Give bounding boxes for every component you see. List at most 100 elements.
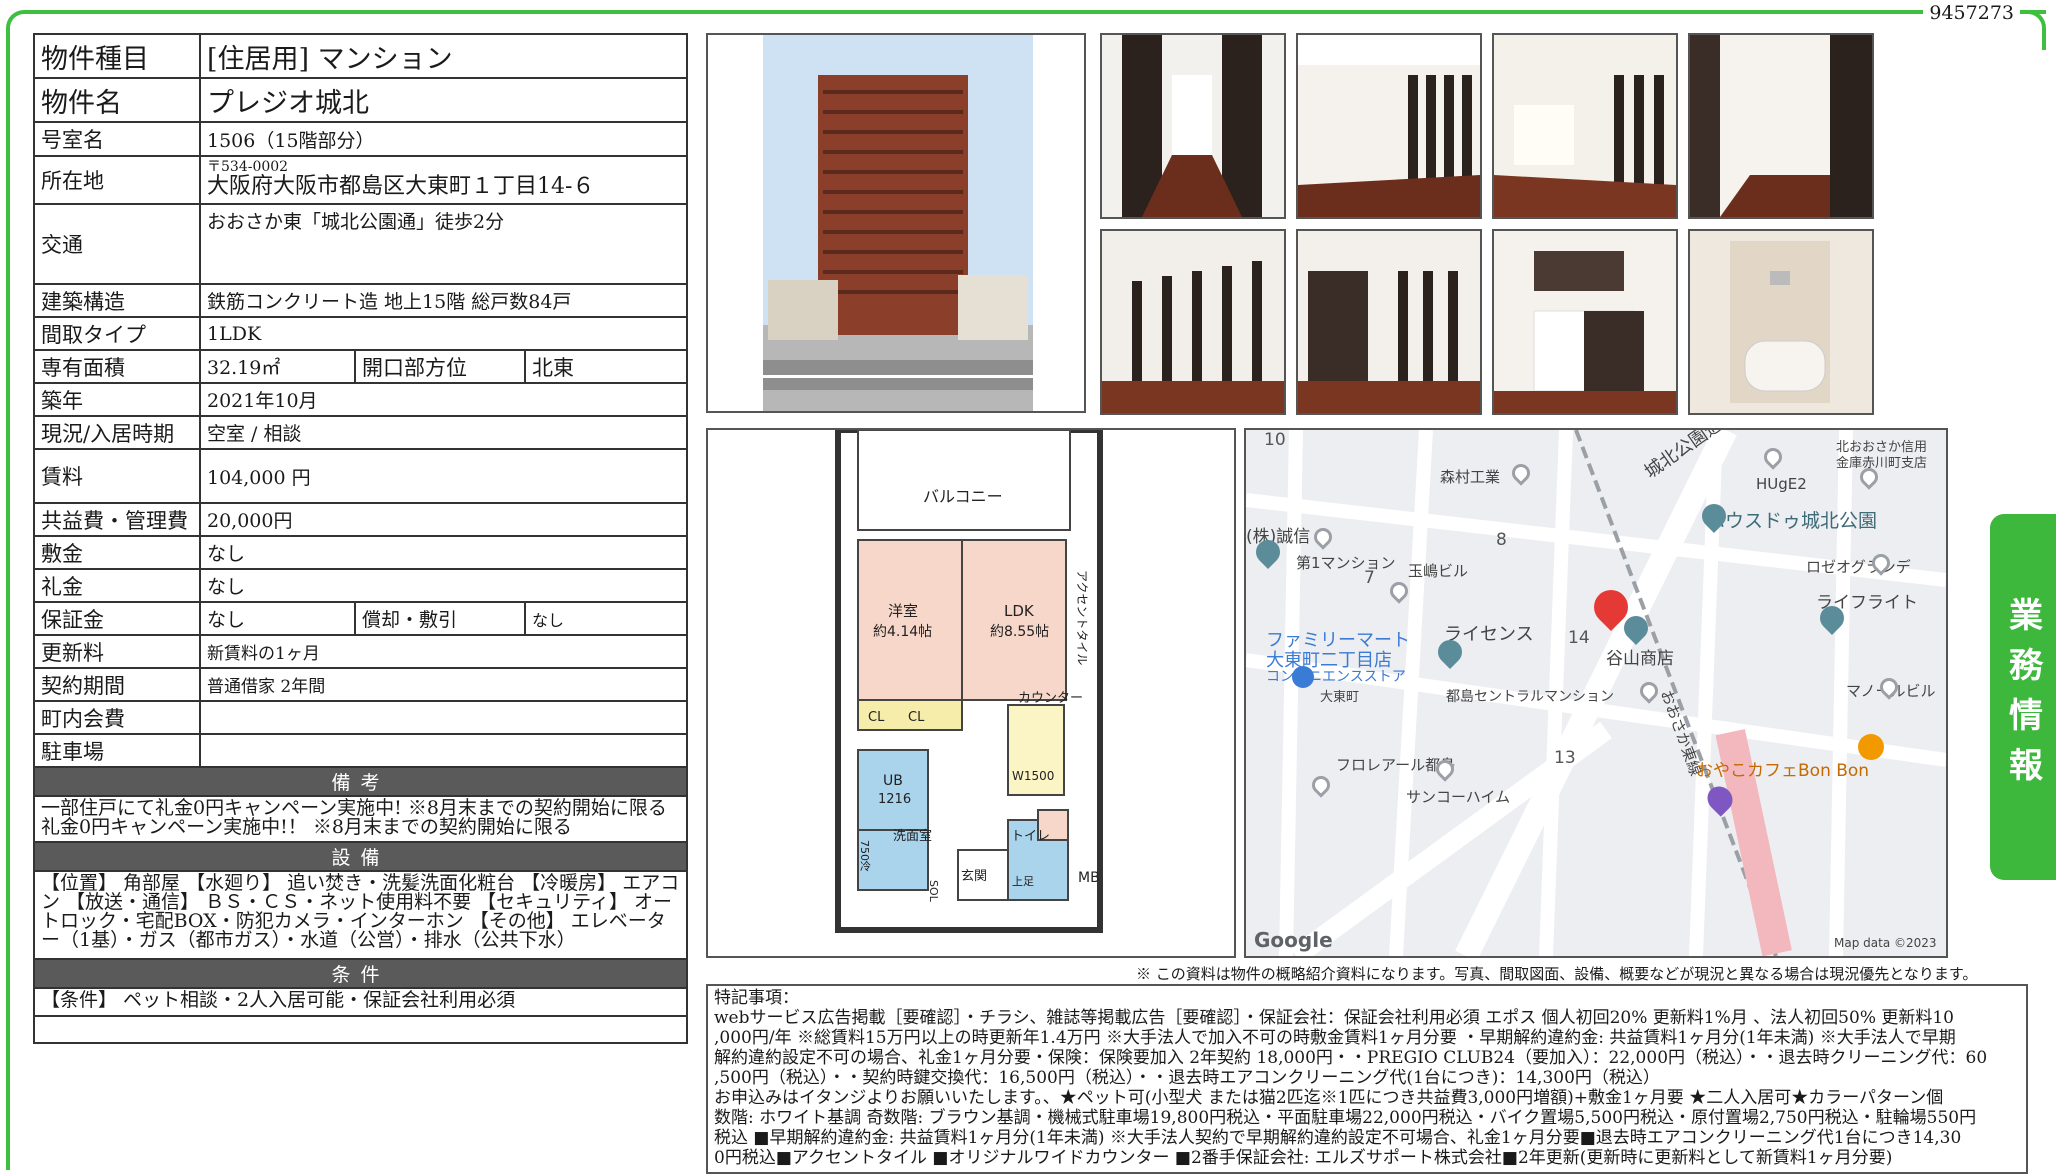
value-property-type: [住居用] マンション [198, 33, 689, 79]
row-conditions: 【条件】 ペット相談・2人入居可能・保証会社利用必須 [32, 987, 689, 1017]
shoe-label: 上足 [1012, 875, 1034, 888]
cafe-icon[interactable] [1858, 734, 1884, 760]
row-town-fee: 町内会費 [33, 700, 689, 735]
remarks-line-3: 解約違約設定不可の場合、礼金1ヶ月分要・保険：保険要加入 2年契約 18,000… [714, 1048, 1988, 1068]
row-facilities-head: 設備 [32, 841, 689, 872]
block-number-8: 8 [1496, 530, 1507, 550]
remarks-line-8: 0円税込■アクセントタイル ■オリジナルワイドカウンター ■2番手保証会社: エ… [714, 1148, 1893, 1168]
map-label-miyakojima: 都島セントラルマンション [1446, 689, 1614, 705]
value-area: 32.19㎡ [199, 349, 356, 384]
interior-photo-7 [1492, 229, 1678, 415]
interior-photo-6 [1296, 229, 1482, 415]
row-property-type: 物件種目 [住居用] マンション [33, 33, 689, 79]
value-property-name: プレジオ城北 [198, 77, 689, 123]
ldk-label: LDK [1004, 602, 1035, 620]
block-number-14: 14 [1568, 628, 1590, 648]
location-map[interactable]: 10 8 7 14 13 森村工業 城北公園通 北おおさか信用 金庫赤川町支店 … [1244, 428, 1948, 958]
counter-label: カウンター [1018, 691, 1083, 706]
block-number-13: 13 [1554, 748, 1576, 768]
unit-bath-size: 1216 [878, 792, 911, 807]
row-notes-head: 備考 [32, 766, 689, 797]
interior-photo-1 [1100, 33, 1286, 219]
row-notes: 一部住戸にて礼金0円キャンペーン実施中! ※8月末までの契約開始に限る 礼金0円… [32, 795, 689, 843]
label-town-fee: 町内会費 [33, 700, 201, 735]
map-label-dai1: 第1マンション [1296, 554, 1396, 572]
row-guarantee: 保証金 なし 償却・敷引 なし [33, 601, 689, 636]
western-room-size: 約4.14帖 [873, 624, 932, 640]
value-status: 空室 / 相談 [198, 415, 689, 450]
conditions-title: 条件 [32, 958, 689, 989]
map-label-moritsu: 森村工業 [1440, 468, 1501, 486]
document-id: 9457273 [1923, 2, 2020, 24]
value-rent: 104,000 円 [198, 448, 689, 504]
floor-plan: バルコニー 洋室 約4.14帖 LDK 約8.55帖 アクセントタイル カウンタ… [706, 428, 1236, 958]
row-deposit: 敷金 なし [33, 535, 689, 570]
map-label-sanko: サンコーハイム [1406, 788, 1511, 806]
building-illustration [708, 35, 1084, 411]
map-label-shinkin-2: 金庫赤川町支店 [1836, 456, 1928, 471]
balcony-label: バルコニー [923, 487, 1003, 506]
row-property-name: 物件名 プレジオ城北 [33, 77, 689, 123]
facilities-title: 設備 [32, 841, 689, 872]
building-photo [706, 33, 1086, 413]
property-info-table: 物件種目 [住居用] マンション 物件名 プレジオ城北 号室名 1506（15階… [32, 33, 689, 1044]
value-fee: 20,000円 [198, 502, 689, 537]
map-label-cafe: おやこカフェBon Bon [1696, 761, 1870, 781]
value-guarantee: なし [199, 601, 356, 636]
business-info-tab[interactable]: 業務情報 [1990, 514, 2056, 880]
unit-bath-label: UB [883, 773, 903, 789]
remarks-line-1: webサービス広告掲載［要確認］・チラシ、雑誌等掲載広告［要確認］・保証会社：保… [714, 1008, 1955, 1028]
value-amortization: なし [523, 601, 689, 636]
row-layout: 間取タイプ 1LDK [33, 316, 689, 351]
label-structure: 建築構造 [33, 283, 201, 318]
row-contract: 契約期間 普通借家 2年間 [33, 667, 689, 702]
entrance-label: 玄関 [961, 869, 987, 884]
interior-illustration [1298, 35, 1480, 217]
value-contract: 普通借家 2年間 [198, 667, 689, 702]
value-access: おおさか東「城北公園通」徒歩2分 [198, 203, 689, 285]
label-property-type: 物件種目 [33, 33, 201, 79]
conditions-content: 【条件】 ペット相談・2人入居可能・保証会社利用必須 [32, 987, 689, 1017]
interior-illustration [1494, 35, 1676, 217]
floor-plan-drawing: バルコニー 洋室 約4.14帖 LDK 約8.55帖 アクセントタイル カウンタ… [835, 430, 1103, 933]
label-fee: 共益費・管理費 [33, 502, 201, 537]
remarks-line-5: お申込みはイタンジよりお願いいたします。、★ペット可(小型犬 または猫2匹迄※1… [714, 1088, 1944, 1108]
google-logo: Google [1254, 928, 1333, 952]
notes-content: 一部住戸にて礼金0円キャンペーン実施中! ※8月末までの契約開始に限る 礼金0円… [32, 795, 689, 843]
remarks-line-6: 数階: ホワイト基調 奇数階: ブラウン基調・機械式駐車場19,800円税込・平… [714, 1108, 1977, 1128]
row-fee: 共益費・管理費 20,000円 [33, 502, 689, 537]
row-area: 専有面積 32.19㎡ 開口部方位 北東 [33, 349, 689, 384]
row-structure: 建築構造 鉄筋コンクリート造 地上15階 総戸数84戸 [33, 283, 689, 318]
notes-line-2: 礼金0円キャンペーン実施中!！ ※8月末までの契約開始に限る [41, 816, 572, 838]
washroom-label: 洗面室 [893, 828, 932, 844]
map-label-rozeo: ロゼオグランデ [1806, 558, 1911, 576]
blank-cell [32, 1015, 689, 1044]
convenience-store-icon[interactable] [1292, 666, 1314, 688]
label-renewal: 更新料 [33, 634, 201, 669]
interior-photo-4 [1688, 33, 1874, 219]
fridge-label: 冷 [860, 860, 871, 873]
value-renewal: 新賃料の1ヶ月 [198, 634, 689, 669]
value-structure: 鉄筋コンクリート造 地上15階 総戸数84戸 [198, 283, 689, 318]
interior-photo-3 [1492, 33, 1678, 219]
w1500-label: W1500 [1012, 769, 1054, 783]
value-town-fee [198, 700, 689, 735]
label-property-name: 物件名 [33, 77, 201, 123]
value-room: 1506（15階部分） [198, 121, 689, 157]
remarks-line-7: 税込 ■早期解約違約金: 共益賃料1ヶ月分(1年未満) ※大手法人契約で早期解約… [714, 1128, 1962, 1148]
label-access: 交通 [33, 203, 201, 285]
row-rent: 賃料 104,000 円 [33, 448, 689, 504]
block-number-10: 10 [1264, 430, 1286, 450]
business-info-tab-label: 業務情報 [2002, 597, 2043, 797]
address-zip: 〒534-0002 [207, 159, 289, 175]
special-remarks: 特記事項： webサービス広告掲載［要確認］・チラシ、雑誌等掲載広告［要確認］・… [706, 984, 2028, 1174]
closet-label-2: CL [908, 710, 925, 725]
label-built: 築年 [33, 382, 201, 417]
label-deposit: 敷金 [33, 535, 201, 570]
row-blank-bottom [32, 1015, 689, 1044]
label-room: 号室名 [33, 121, 201, 157]
value-built: 2021年10月 [198, 382, 689, 417]
label-key-money: 礼金 [33, 568, 201, 603]
label-status: 現況/入居時期 [33, 415, 201, 450]
map-label-huge: HUgE2 [1756, 475, 1807, 493]
